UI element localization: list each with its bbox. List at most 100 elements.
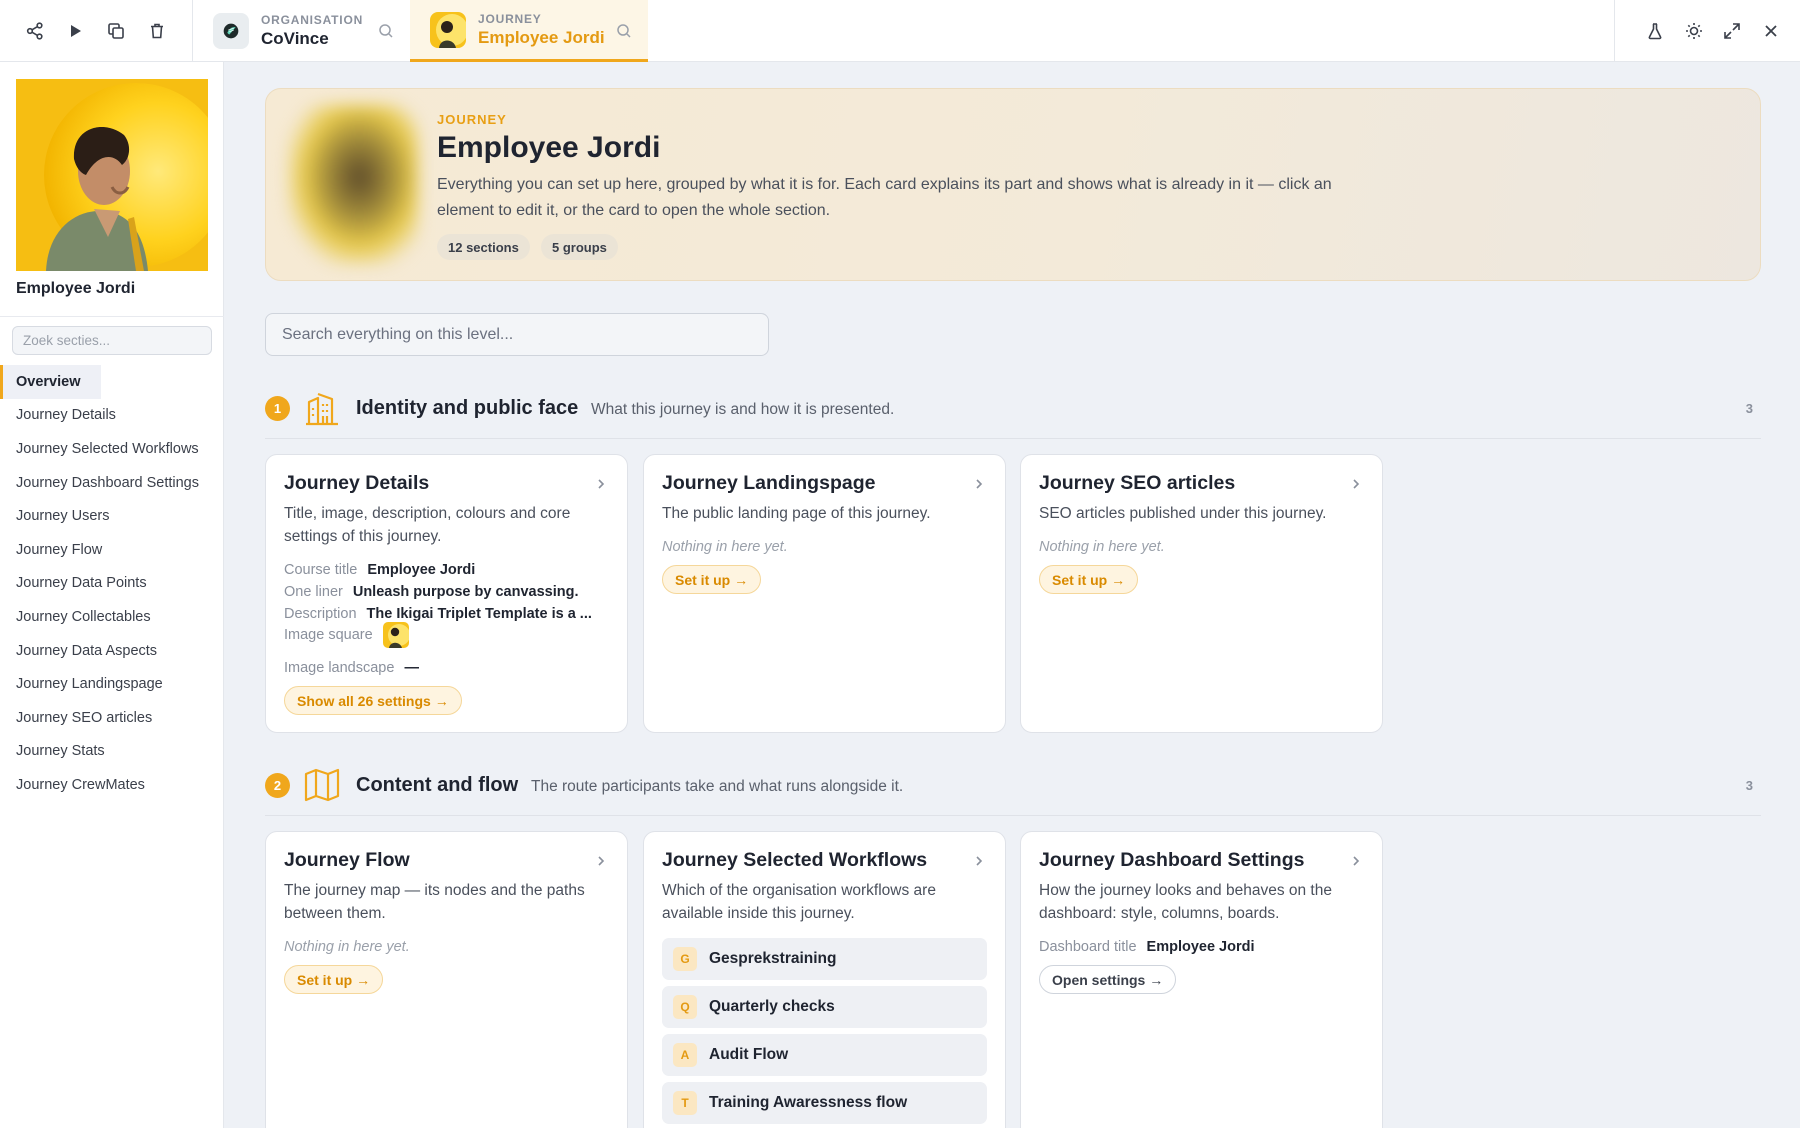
card-journey-flow[interactable]: Journey Flow The journey map — its nodes… [265,831,628,1128]
sidebar-item-journey-data-aspects[interactable]: Journey Data Aspects [0,634,224,668]
context-name: Employee Jordi [478,27,605,47]
group-title: Content and flow [356,774,519,796]
sidebar-item-journey-stats[interactable]: Journey Stats [0,735,224,769]
sidebar-item-journey-flow[interactable]: Journey Flow [0,533,224,567]
sidebar-item-overview[interactable]: Overview [0,365,101,399]
field-label: Image landscape [284,660,395,676]
page-title: Employee Jordi [437,131,661,164]
card-journey-seo-articles[interactable]: Journey SEO articles SEO articles publis… [1020,454,1383,733]
open-settings-button[interactable]: Open settings → [1039,965,1177,994]
share-icon[interactable] [23,19,47,43]
organisation-logo [213,13,249,49]
map-icon [303,765,341,805]
empty-state-text: Nothing in here yet. [1039,539,1165,555]
chevron-right-icon [595,477,607,491]
group-divider [265,438,1761,439]
top-bar: ORGANISATION CoVince JOURNEY Employee Jo… [0,0,1800,62]
sidebar-item-journey-dashboard-settings[interactable]: Journey Dashboard Settings [0,466,224,500]
sun-icon[interactable] [1682,19,1706,43]
card-description: Title, image, description, colours and c… [284,505,571,545]
toolbar-divider [1614,0,1615,62]
chevron-right-icon [973,854,985,868]
flask-icon[interactable] [1643,19,1667,43]
empty-state-text: Nothing in here yet. [662,539,788,555]
copy-icon[interactable] [104,19,128,43]
card-journey-dashboard-settings[interactable]: Journey Dashboard Settings How the journ… [1020,831,1383,1128]
card-title: Journey Selected Workflows [662,849,928,871]
hero-kind-label: JOURNEY [437,112,507,127]
set-it-up-button[interactable]: Set it up → [284,965,384,994]
field-dashboard-title[interactable]: Dashboard title Employee Jordi [1039,939,1255,955]
sections-count-chip: 12 sections [437,234,530,260]
field-one-liner[interactable]: One liner Unleash purpose by canvassing. [284,584,578,600]
field-course-title[interactable]: Course title Employee Jordi [284,562,475,578]
sidebar-item-journey-data-points[interactable]: Journey Data Points [0,567,224,601]
card-journey-landingspage[interactable]: Journey Landingspage The public landing … [643,454,1006,733]
workflow-label: Quarterly checks [709,998,835,1015]
field-value: Employee Jordi [1146,939,1255,955]
group-header-content: 2 Content and flow The route participant… [265,765,1761,805]
group-number-badge: 1 [265,396,290,421]
workflow-item[interactable]: G Gesprekstraining [662,938,987,980]
field-label: Dashboard title [1039,939,1137,955]
sidebar-title: Employee Jordi [16,280,136,297]
field-value: Employee Jordi [367,562,476,578]
group-divider [265,815,1761,816]
card-title: Journey SEO articles [1039,472,1236,494]
chevron-right-icon [973,477,985,491]
search-icon[interactable] [377,22,395,40]
chevron-right-icon [1350,477,1362,491]
trash-icon[interactable] [145,19,169,43]
set-it-up-button[interactable]: Set it up → [1039,565,1139,594]
sidebar-item-journey-landingspage[interactable]: Journey Landingspage [0,667,224,701]
show-all-settings-button[interactable]: Show all 26 settings → [284,686,462,715]
context-tab-journey[interactable]: JOURNEY Employee Jordi [410,0,648,62]
field-image-landscape[interactable]: Image landscape — [284,660,419,676]
field-value: Unleash purpose by canvassing. [352,584,579,600]
context-tab-organisation[interactable]: ORGANISATION CoVince [193,0,409,62]
groups-count-chip: 5 groups [541,234,618,260]
chevron-right-icon [1350,854,1362,868]
context-kind-label: JOURNEY [478,11,542,26]
sidebar-search-input[interactable] [12,326,212,355]
sidebar-item-journey-collectables[interactable]: Journey Collectables [0,600,224,634]
field-image-square[interactable]: Image square [284,622,409,648]
workflow-label: Training Awaressness flow [709,1094,908,1111]
workflow-item[interactable]: T Training Awaressness flow [662,1082,987,1124]
card-title: Journey Flow [284,849,410,871]
workflow-item[interactable]: A Audit Flow [662,1034,987,1076]
card-journey-selected-workflows[interactable]: Journey Selected Workflows Which of the … [643,831,1006,1128]
card-title: Journey Dashboard Settings [1039,849,1305,871]
workflow-badge: Q [673,995,697,1019]
search-input[interactable] [265,313,769,356]
search-icon[interactable] [615,22,633,40]
field-label: One liner [284,584,343,600]
workflow-badge: T [673,1091,697,1115]
field-label: Description [284,606,357,622]
group-number-badge: 2 [265,773,290,798]
building-icon [303,388,341,428]
field-description[interactable]: Description The Ikigai Triplet Template i… [284,606,592,622]
sidebar-item-journey-selected-workflows[interactable]: Journey Selected Workflows [0,432,224,466]
card-description: The public landing page of this journey. [662,505,931,522]
sidebar-item-journey-seo-articles[interactable]: Journey SEO articles [0,701,224,735]
sidebar-item-journey-details[interactable]: Journey Details [0,399,224,433]
sidebar-item-journey-users[interactable]: Journey Users [0,499,224,533]
hero-description: Everything you can set up here, grouped … [437,176,1332,219]
workflow-badge: A [673,1043,697,1067]
field-value: The Ikigai Triplet Template is a ... [366,606,592,622]
workflow-label: Gesprekstraining [709,950,837,967]
journey-avatar [430,11,466,48]
card-journey-details[interactable]: Journey Details Title, image, descriptio… [265,454,628,733]
sidebar-item-journey-crewmates[interactable]: Journey CrewMates [0,768,224,802]
set-it-up-button[interactable]: Set it up → [662,565,762,594]
close-icon[interactable] [1759,19,1783,43]
workflow-item[interactable]: Q Quarterly checks [662,986,987,1028]
expand-icon[interactable] [1720,19,1744,43]
play-icon[interactable] [63,19,87,43]
group-title: Identity and public face [356,397,579,419]
card-title: Journey Details [284,472,430,494]
sidebar-divider [0,316,224,317]
field-value: — [404,660,419,676]
group-header-identity: 1 Identity and public face What this jou… [265,388,1761,428]
